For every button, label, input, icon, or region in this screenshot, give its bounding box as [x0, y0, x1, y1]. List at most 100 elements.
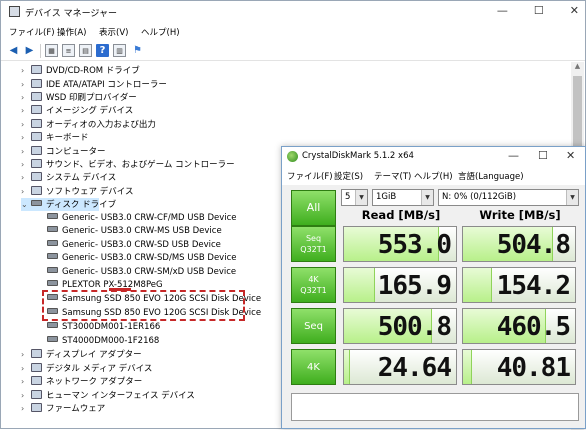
monitor-icon [31, 349, 42, 358]
tree-item-display-adapter[interactable]: › ディスプレイ アダプター [21, 348, 142, 361]
write-result: 504.8 [462, 226, 576, 262]
keyboard-icon [31, 132, 42, 141]
read-result: 500.8 [343, 308, 457, 344]
comment-input[interactable] [291, 393, 579, 421]
write-result: 460.5 [462, 308, 576, 344]
scroll-up-icon[interactable]: ▲ [571, 62, 584, 74]
tree-item-sound-video[interactable]: › サウンド、ビデオ、およびゲーム コントローラー [21, 158, 235, 171]
device-manager-icon [9, 6, 20, 17]
disk-item[interactable]: ST4000DM000-1F2168 [47, 335, 159, 348]
write-bar [463, 268, 493, 302]
tree-item-network-adapter[interactable]: › ネットワーク アダプター [21, 375, 142, 388]
read-result: 165.9 [343, 267, 457, 303]
read-result: 553.0 [343, 226, 457, 262]
cdm-close-button[interactable]: ✕ [566, 149, 575, 162]
disk-item[interactable]: ST3000DM001-1ER166 [47, 321, 160, 334]
menu-help[interactable]: ヘルプ(H) [141, 26, 180, 38]
seq-button[interactable]: Seq [291, 308, 336, 344]
cdm-menu-bar: ファイル(F) 設定(S) テーマ(T) ヘルプ(H) 言語(Language) [282, 167, 585, 185]
4k-q32t1-button[interactable]: 4K Q32T1 [291, 267, 336, 303]
tree-item-disk-drives[interactable]: ⌄ ディスク ドライブ [21, 198, 116, 211]
network-icon [31, 376, 42, 385]
computer-icon [31, 146, 42, 155]
disk-item[interactable]: Generic- USB3.0 CRW-SM/xD USB Device [47, 266, 236, 279]
forward-arrow-icon[interactable]: ▶ [23, 44, 36, 57]
back-arrow-icon[interactable]: ◀ [7, 44, 20, 57]
disk-drive-icon [47, 267, 58, 273]
drive-select[interactable]: N: 0% (0/112GiB) ▼ [438, 189, 579, 206]
chevron-down-icon: ▼ [355, 190, 367, 205]
menu-bar: ファイル(F) 操作(A) 表示(V) ヘルプ(H) [1, 23, 585, 41]
device-view-icon[interactable]: ▤ [79, 44, 92, 57]
disk-item[interactable]: Generic- USB3.0 CRW-MS USB Device [47, 225, 222, 238]
chevron-down-icon: ▼ [566, 190, 578, 205]
minimize-button[interactable]: — [497, 4, 508, 17]
read-result: 24.64 [343, 349, 457, 385]
toolbar: ◀ ▶ ▦ ≡ ▤ ? ▥ ⚑ [1, 41, 585, 61]
title-bar: デバイス マネージャー — ☐ ✕ [1, 1, 585, 23]
tree-item-system-devices[interactable]: › システム デバイス [21, 171, 116, 184]
menu-view[interactable]: 表示(V) [99, 26, 128, 38]
driver-icon[interactable]: ▥ [113, 44, 126, 57]
scan-hardware-icon[interactable]: ⚑ [131, 44, 144, 57]
tree-item-keyboard[interactable]: › キーボード [21, 131, 89, 144]
4k-button[interactable]: 4K [291, 349, 336, 385]
tree-item-audio-io[interactable]: › オーディオの入力および出力 [21, 118, 156, 131]
tree-item-wsd-print[interactable]: › WSD 印刷プロバイダー [21, 91, 137, 104]
cdm-maximize-button[interactable]: ☐ [538, 149, 548, 162]
help-icon[interactable]: ? [96, 44, 109, 57]
tree-item-imaging[interactable]: › イメージング デバイス [21, 104, 133, 117]
maximize-button[interactable]: ☐ [534, 4, 544, 17]
cdm-menu-help[interactable]: ヘルプ(H) [414, 170, 453, 182]
menu-action[interactable]: 操作(A) [57, 26, 86, 38]
seq-q32t1-button[interactable]: Seq Q32T1 [291, 226, 336, 262]
controller-icon [31, 79, 42, 88]
sound-icon [31, 159, 42, 168]
tree-item-software-devices[interactable]: › ソフトウェア デバイス [21, 185, 133, 198]
chevron-down-icon: ▼ [421, 190, 433, 205]
highlight-dashed-box [42, 290, 245, 321]
tree-item-dvd-drive[interactable]: › DVD/CD-ROM ドライブ [21, 64, 140, 77]
write-bar [463, 350, 472, 384]
disk-drive-icon [47, 226, 58, 232]
read-column-header: Read [MB/s] [361, 208, 441, 222]
tree-item-digital-media[interactable]: › デジタル メディア デバイス [21, 362, 152, 375]
cdm-minimize-button[interactable]: — [508, 149, 519, 162]
hid-icon [31, 390, 42, 399]
cdm-title-bar: CrystalDiskMark 5.1.2 x64 — ☐ ✕ [282, 147, 585, 167]
dvd-drive-icon [31, 65, 42, 74]
cdm-menu-file[interactable]: ファイル(F) [287, 170, 333, 182]
runs-select[interactable]: 5 ▼ [341, 189, 368, 206]
crystaldiskmark-window: CrystalDiskMark 5.1.2 x64 — ☐ ✕ ファイル(F) … [281, 146, 586, 429]
disk-item[interactable]: Generic- USB3.0 CRW-SD/MS USB Device [47, 252, 236, 265]
tree-item-firmware[interactable]: › ファームウェア [21, 402, 105, 415]
tree-item-computer[interactable]: › コンピューター [21, 145, 106, 158]
disk-drive-icon [47, 322, 58, 328]
disk-drive-icon [47, 280, 58, 286]
media-icon [31, 363, 42, 372]
close-button[interactable]: ✕ [570, 4, 579, 17]
cdm-menu-theme[interactable]: テーマ(T) [374, 170, 411, 182]
cdm-menu-language[interactable]: 言語(Language) [458, 170, 524, 182]
tree-item-hid[interactable]: › ヒューマン インターフェイス デバイス [21, 389, 195, 402]
disk-item[interactable]: Generic- USB3.0 CRW-SD USB Device [47, 239, 221, 252]
disk-drive-icon [47, 253, 58, 259]
camera-icon [31, 105, 42, 114]
disk-item[interactable]: Generic- USB3.0 CRW-CF/MD USB Device [47, 212, 237, 225]
disk-drive-icon [47, 213, 58, 219]
system-icon [31, 172, 42, 181]
cdm-menu-settings[interactable]: 設定(S) [334, 170, 363, 182]
write-result: 154.2 [462, 267, 576, 303]
cdm-window-title: CrystalDiskMark 5.1.2 x64 [302, 151, 414, 161]
tree-item-ide-controller[interactable]: › IDE ATA/ATAPI コントローラー [21, 78, 167, 91]
menu-file[interactable]: ファイル(F) [9, 26, 55, 38]
all-button[interactable]: All [291, 190, 336, 226]
properties-icon[interactable]: ▦ [45, 44, 58, 57]
disk-drive-icon [47, 336, 58, 342]
speaker-icon [31, 119, 42, 128]
test-size-select[interactable]: 1GiB ▼ [372, 189, 434, 206]
firmware-icon [31, 403, 42, 412]
list-view-icon[interactable]: ≡ [62, 44, 75, 57]
write-result: 40.81 [462, 349, 576, 385]
window-title: デバイス マネージャー [25, 9, 117, 19]
